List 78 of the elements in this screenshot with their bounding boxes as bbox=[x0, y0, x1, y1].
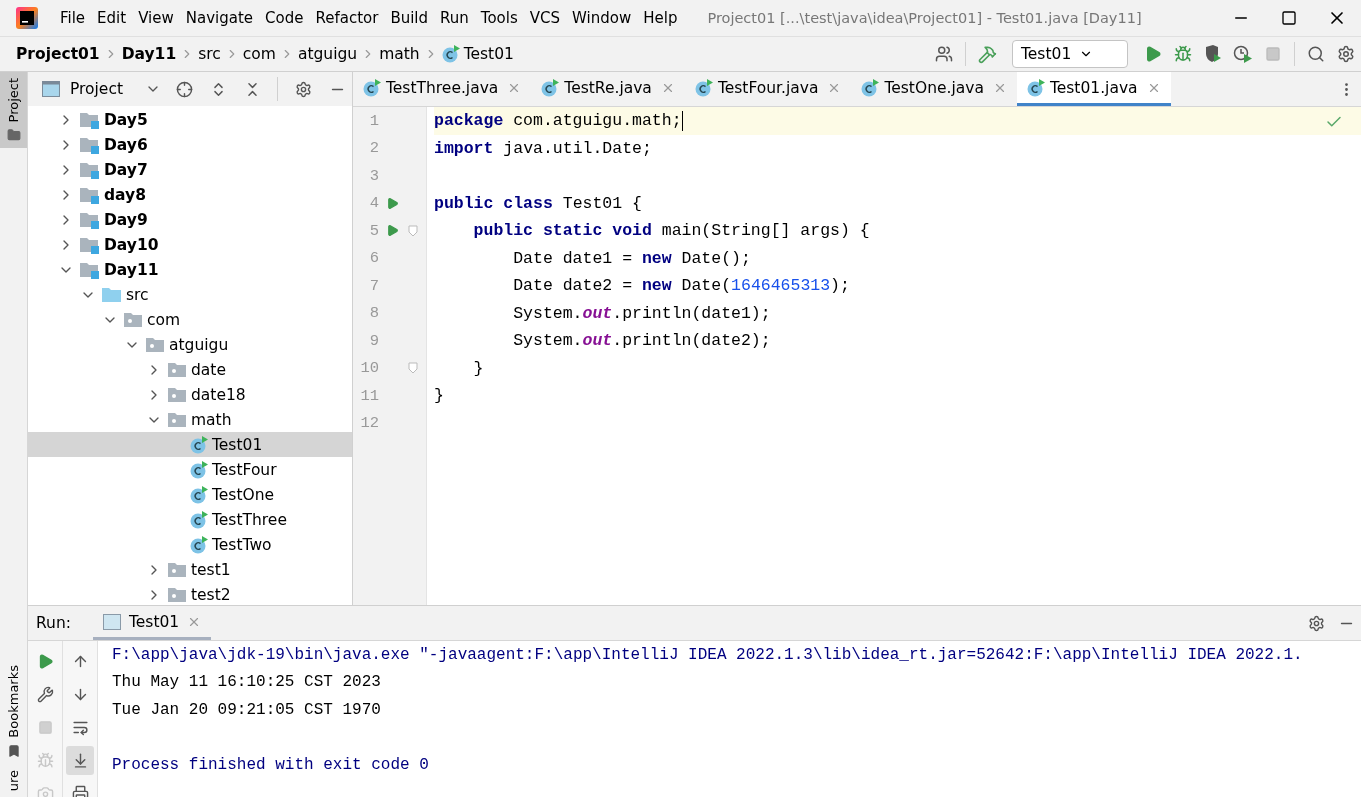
code-line: } bbox=[472, 358, 484, 378]
console-line: Thu May 11 16:10:25 CST 2023 bbox=[112, 673, 381, 692]
tree-row[interactable]: date bbox=[28, 357, 352, 382]
tree-row[interactable]: Day11 bbox=[28, 257, 352, 282]
menu-item[interactable]: Help bbox=[637, 9, 684, 27]
breadcrumb[interactable]: atguigu bbox=[297, 45, 358, 63]
breadcrumb[interactable]: Day11 bbox=[121, 45, 177, 63]
code-line: package com.atguigu.math; bbox=[434, 111, 682, 131]
run-label: Run: bbox=[36, 613, 71, 634]
code-line: public static void main(String[] args) { bbox=[472, 221, 870, 241]
tree-row[interactable]: Day5 bbox=[28, 107, 352, 132]
tree-row[interactable]: Day9 bbox=[28, 207, 352, 232]
menu-item[interactable]: Run bbox=[434, 9, 475, 27]
code-line: System.out.println(date2); bbox=[512, 331, 771, 351]
line-number: 6 bbox=[368, 249, 379, 268]
line-number: 9 bbox=[368, 331, 379, 350]
menu-item[interactable]: Window bbox=[566, 9, 638, 27]
tree-row[interactable]: Test01 bbox=[28, 432, 352, 457]
menu-item[interactable]: File bbox=[54, 9, 92, 27]
line-number: 2 bbox=[368, 139, 379, 158]
console-line: F:\app\java\jdk-19\bin\java.exe "-javaagent:F:\app\IntelliJ IDEA 2022.1.3\lib\idea_rt.jar=52642:F:\app\IntelliJ IDEA 2022.1. bbox=[112, 645, 1303, 664]
tree-row[interactable]: math bbox=[28, 407, 352, 432]
line-number: 12 bbox=[359, 414, 379, 433]
menu-item[interactable]: VCS bbox=[523, 9, 567, 27]
tree-row[interactable]: com bbox=[28, 307, 352, 332]
code-line: import java.util.Date; bbox=[434, 138, 652, 158]
tree-row[interactable]: day8 bbox=[28, 182, 352, 207]
line-number: 3 bbox=[368, 166, 379, 185]
side-tab[interactable]: Bookmarks bbox=[0, 659, 27, 764]
editor-tab[interactable]: TestOne.java bbox=[851, 72, 1017, 106]
console-line: Tue Jan 20 09:21:05 CST 1970 bbox=[112, 700, 381, 719]
tree-row[interactable]: TestFour bbox=[28, 457, 352, 482]
line-number: 7 bbox=[368, 276, 379, 295]
tree-row[interactable]: Day6 bbox=[28, 132, 352, 157]
breadcrumb[interactable]: Project01 bbox=[16, 45, 100, 63]
run-config-dropdown[interactable]: Test01 bbox=[1012, 40, 1128, 68]
code-line: System.out.println(date1); bbox=[512, 303, 771, 323]
breadcrumb[interactable]: math bbox=[379, 45, 420, 63]
menu-item[interactable]: Code bbox=[259, 9, 310, 27]
tree-row[interactable]: atguigu bbox=[28, 332, 352, 357]
tree-row[interactable]: Day10 bbox=[28, 232, 352, 257]
window-title: Project01 [...\test\java\idea\Project01] - Test01.java [Day11] bbox=[707, 10, 1142, 26]
line-number: 8 bbox=[368, 304, 379, 323]
menu-item[interactable]: Tools bbox=[474, 9, 524, 27]
menu-item[interactable]: Build bbox=[384, 9, 435, 27]
breadcrumb[interactable]: com bbox=[242, 45, 276, 63]
line-number: 5 bbox=[368, 221, 379, 240]
side-tab[interactable]: Project bbox=[0, 72, 27, 149]
menu-item[interactable]: View bbox=[132, 9, 180, 27]
tree-row[interactable]: Day7 bbox=[28, 157, 352, 182]
line-number: 4 bbox=[368, 194, 379, 213]
code-line: } bbox=[434, 386, 444, 406]
tree-row[interactable]: TestOne bbox=[28, 482, 352, 507]
breadcrumb[interactable]: src bbox=[198, 45, 221, 63]
tree-row[interactable]: TestTwo bbox=[28, 532, 352, 557]
line-number: 11 bbox=[359, 386, 379, 405]
editor-tab[interactable]: TestThree.java bbox=[353, 72, 532, 106]
tree-row[interactable]: src bbox=[28, 282, 352, 307]
console-line: Process finished with exit code 0 bbox=[112, 755, 429, 774]
menu-item[interactable]: Refactor bbox=[309, 9, 385, 27]
code-line: public class Test01 { bbox=[434, 193, 642, 213]
tree-row[interactable]: test1 bbox=[28, 557, 352, 582]
breadcrumb[interactable]: Test01 bbox=[441, 45, 514, 63]
tree-row[interactable]: TestThree bbox=[28, 507, 352, 532]
editor-tab[interactable]: TestRe.java bbox=[531, 72, 685, 106]
editor-tab[interactable]: Test01.java bbox=[1016, 72, 1171, 106]
side-tab[interactable]: ure bbox=[0, 763, 27, 797]
panel-title[interactable]: Project bbox=[69, 80, 123, 98]
code-line: Date date1 = new Date(); bbox=[512, 248, 751, 268]
tree-row[interactable]: date18 bbox=[28, 382, 352, 407]
tree-row[interactable]: test2 bbox=[28, 582, 352, 605]
editor-tab[interactable]: TestFour.java bbox=[684, 72, 852, 106]
menu-item[interactable]: Navigate bbox=[179, 9, 260, 27]
line-number: 10 bbox=[359, 359, 379, 378]
run-tab[interactable]: Test01 bbox=[92, 606, 212, 640]
code-line: Date date2 = new Date(1646465313); bbox=[512, 276, 850, 296]
line-number: 1 bbox=[368, 111, 379, 130]
menu-item[interactable]: Edit bbox=[91, 9, 133, 27]
